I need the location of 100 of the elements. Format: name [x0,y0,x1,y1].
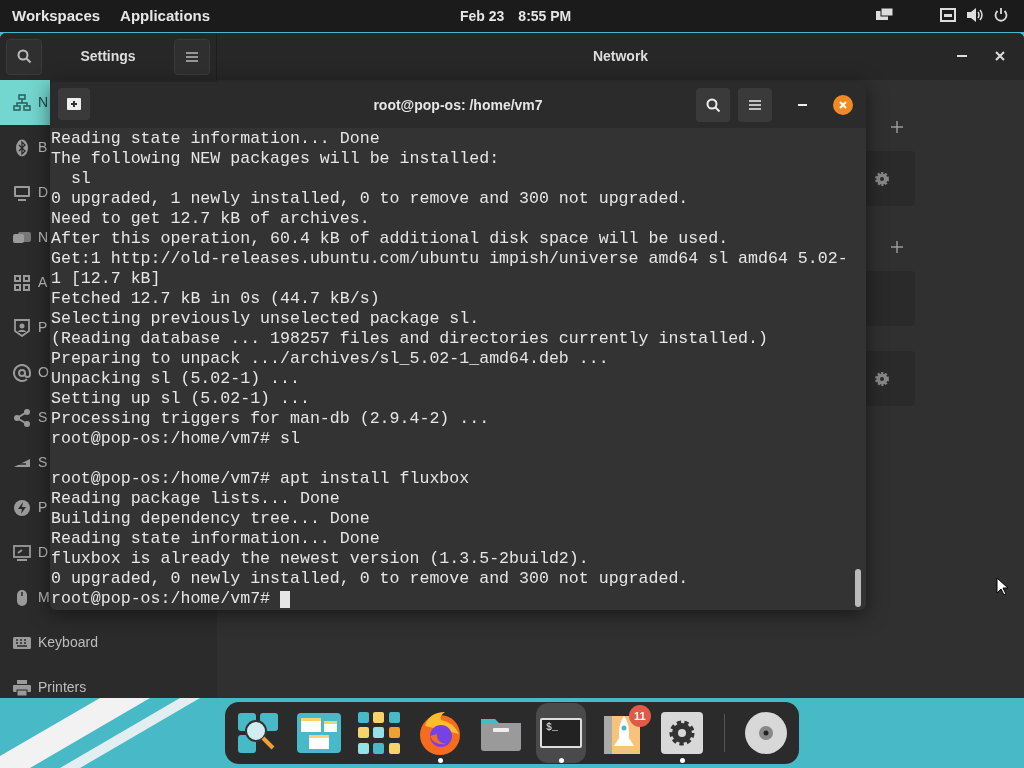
keyboard-icon [13,636,31,649]
power-icon [13,498,31,517]
sidebar-item[interactable]: D [0,530,51,575]
terminal-line: Selecting previously unselected package sl. [51,309,480,329]
sidebar-label: O [38,363,49,382]
sidebar-label: S [38,408,48,427]
panel-menu[interactable]: Applications [120,4,211,28]
running-indicator [679,758,685,763]
notification-badge: 11 [628,705,651,727]
date-label[interactable]: Feb 23 [460,5,505,27]
sidebar-label: S [38,453,48,472]
gear-icon [661,712,704,754]
message-icon [13,229,31,246]
windows-icon[interactable] [876,8,894,22]
sidebar-item[interactable]: N [0,215,51,260]
power-icon[interactable] [994,8,1008,22]
sidebar-item[interactable]: Keyboard [0,620,100,665]
panel-menu[interactable]: Workspaces [12,4,101,28]
search-icon [16,49,32,64]
sound-icon [13,456,31,469]
sidebar-label: M [38,588,50,607]
sidebar-label: D [38,543,49,562]
network-wired-icon[interactable] [940,8,956,22]
display-icon [13,544,31,561]
terminal-line: Processing triggers for man-db (2.9.4-2) ... [51,409,490,429]
sidebar-item[interactable]: A [0,260,50,305]
menu-icon [186,51,198,62]
minimize-icon [957,55,967,57]
terminal-line: Reading state information... Done [51,129,380,149]
terminal-line: root@pop-os:/home/vm7# sl [51,429,300,449]
sidebar-label: N [38,93,49,112]
new-tab-icon [67,98,81,110]
sidebar-item[interactable]: S [0,395,50,440]
terminal-line: root@pop-os:/home/vm7# apt install fluxbox [51,469,470,489]
volume-icon[interactable] [966,8,984,22]
search-button[interactable] [696,88,730,122]
share-icon [13,408,31,427]
monitor-icon [13,183,31,202]
sidebar-item[interactable]: Printers [0,665,89,698]
add-icon[interactable] [891,121,903,133]
add-icon[interactable] [891,241,903,253]
sidebar-label: D [38,183,49,202]
sidebar-item[interactable]: P [0,485,50,530]
sidebar-label: P [38,318,48,337]
terminal-line: Get:1 http://old-releases.ubuntu.com/ubuntu impish/universe amd64 sl amd64 5.02- [51,249,848,269]
terminal-line: The following NEW packages will be installed: [51,149,500,169]
window-title: Network [592,47,649,66]
mouse-pointer-icon [996,577,1008,596]
close-icon [839,101,847,109]
menu-button[interactable] [174,38,210,75]
terminal-line: 1 [12.7 kB] [51,269,161,289]
sidebar-item[interactable]: D [0,170,51,215]
sidebar-item[interactable]: P [0,305,50,350]
running-indicator [437,758,443,763]
new-tab-button[interactable] [58,88,90,120]
sidebar-title: Settings [79,47,137,66]
bluetooth-icon [15,138,29,157]
sidebar-item[interactable]: B [0,125,50,170]
network-icon [13,93,31,112]
terminal-line: Reading state information... Done [51,529,380,549]
running-indicator [558,758,564,763]
disc-icon [743,711,788,755]
terminal-line: Building dependency tree... Done [51,509,370,529]
sidebar-label: P [38,498,48,517]
windows-icon [296,713,341,753]
sidebar-item[interactable]: M [0,575,52,620]
minimize-icon [797,104,807,106]
terminal-line: Need to get 12.7 kB of archives. [51,209,370,229]
gear-icon[interactable] [875,172,889,186]
terminal-line: root@pop-os:/home/vm7# [51,589,272,609]
close-icon [995,51,1005,61]
gear-icon[interactable] [875,372,889,386]
sidebar-label: B [38,138,48,157]
shield-icon [14,318,30,337]
search-button[interactable] [6,38,42,75]
terminal-line: Setting up sl (5.02-1) ... [51,389,310,409]
close-button[interactable] [833,95,853,115]
sidebar-label: Printers [38,678,87,697]
terminal-line: Fetched 12.7 kB in 0s (44.7 kB/s) [51,289,380,309]
terminal-line: sl [69,169,91,189]
sidebar-item[interactable]: N [0,80,51,125]
terminal-line: Preparing to unpack .../archives/sl_5.02-1_amd64.deb ... [51,349,609,369]
sidebar-item[interactable]: O [0,350,51,395]
terminal-line: Unpacking sl (5.02-1) ... [51,369,300,389]
terminal-line: Reading package lists... Done [51,489,340,509]
terminal-line: After this operation, 60.4 kB of additional disk space will be used. [51,229,729,249]
terminal-prompt: $_ [546,722,560,734]
search-icon [236,711,281,755]
terminal-line: fluxbox is already the newest version (1.3.5-2build2). [51,549,589,569]
menu-button[interactable] [738,88,772,122]
dock-item[interactable]: $_ [535,703,587,763]
app-grid-icon [358,712,401,754]
sidebar-label: N [38,228,49,247]
search-icon [705,97,721,113]
time-label[interactable]: 8:55 PM [518,5,572,27]
window-title: root@pop-os: /home/vm7 [373,95,543,115]
terminal-line: (Reading database ... 198257 files and directories currently installed.) [51,329,768,349]
sidebar-item[interactable]: S [0,440,50,485]
terminal-line: 0 upgraded, 1 newly installed, 0 to remove and 300 not upgraded. [51,189,689,209]
scrollbar[interactable] [855,569,861,607]
